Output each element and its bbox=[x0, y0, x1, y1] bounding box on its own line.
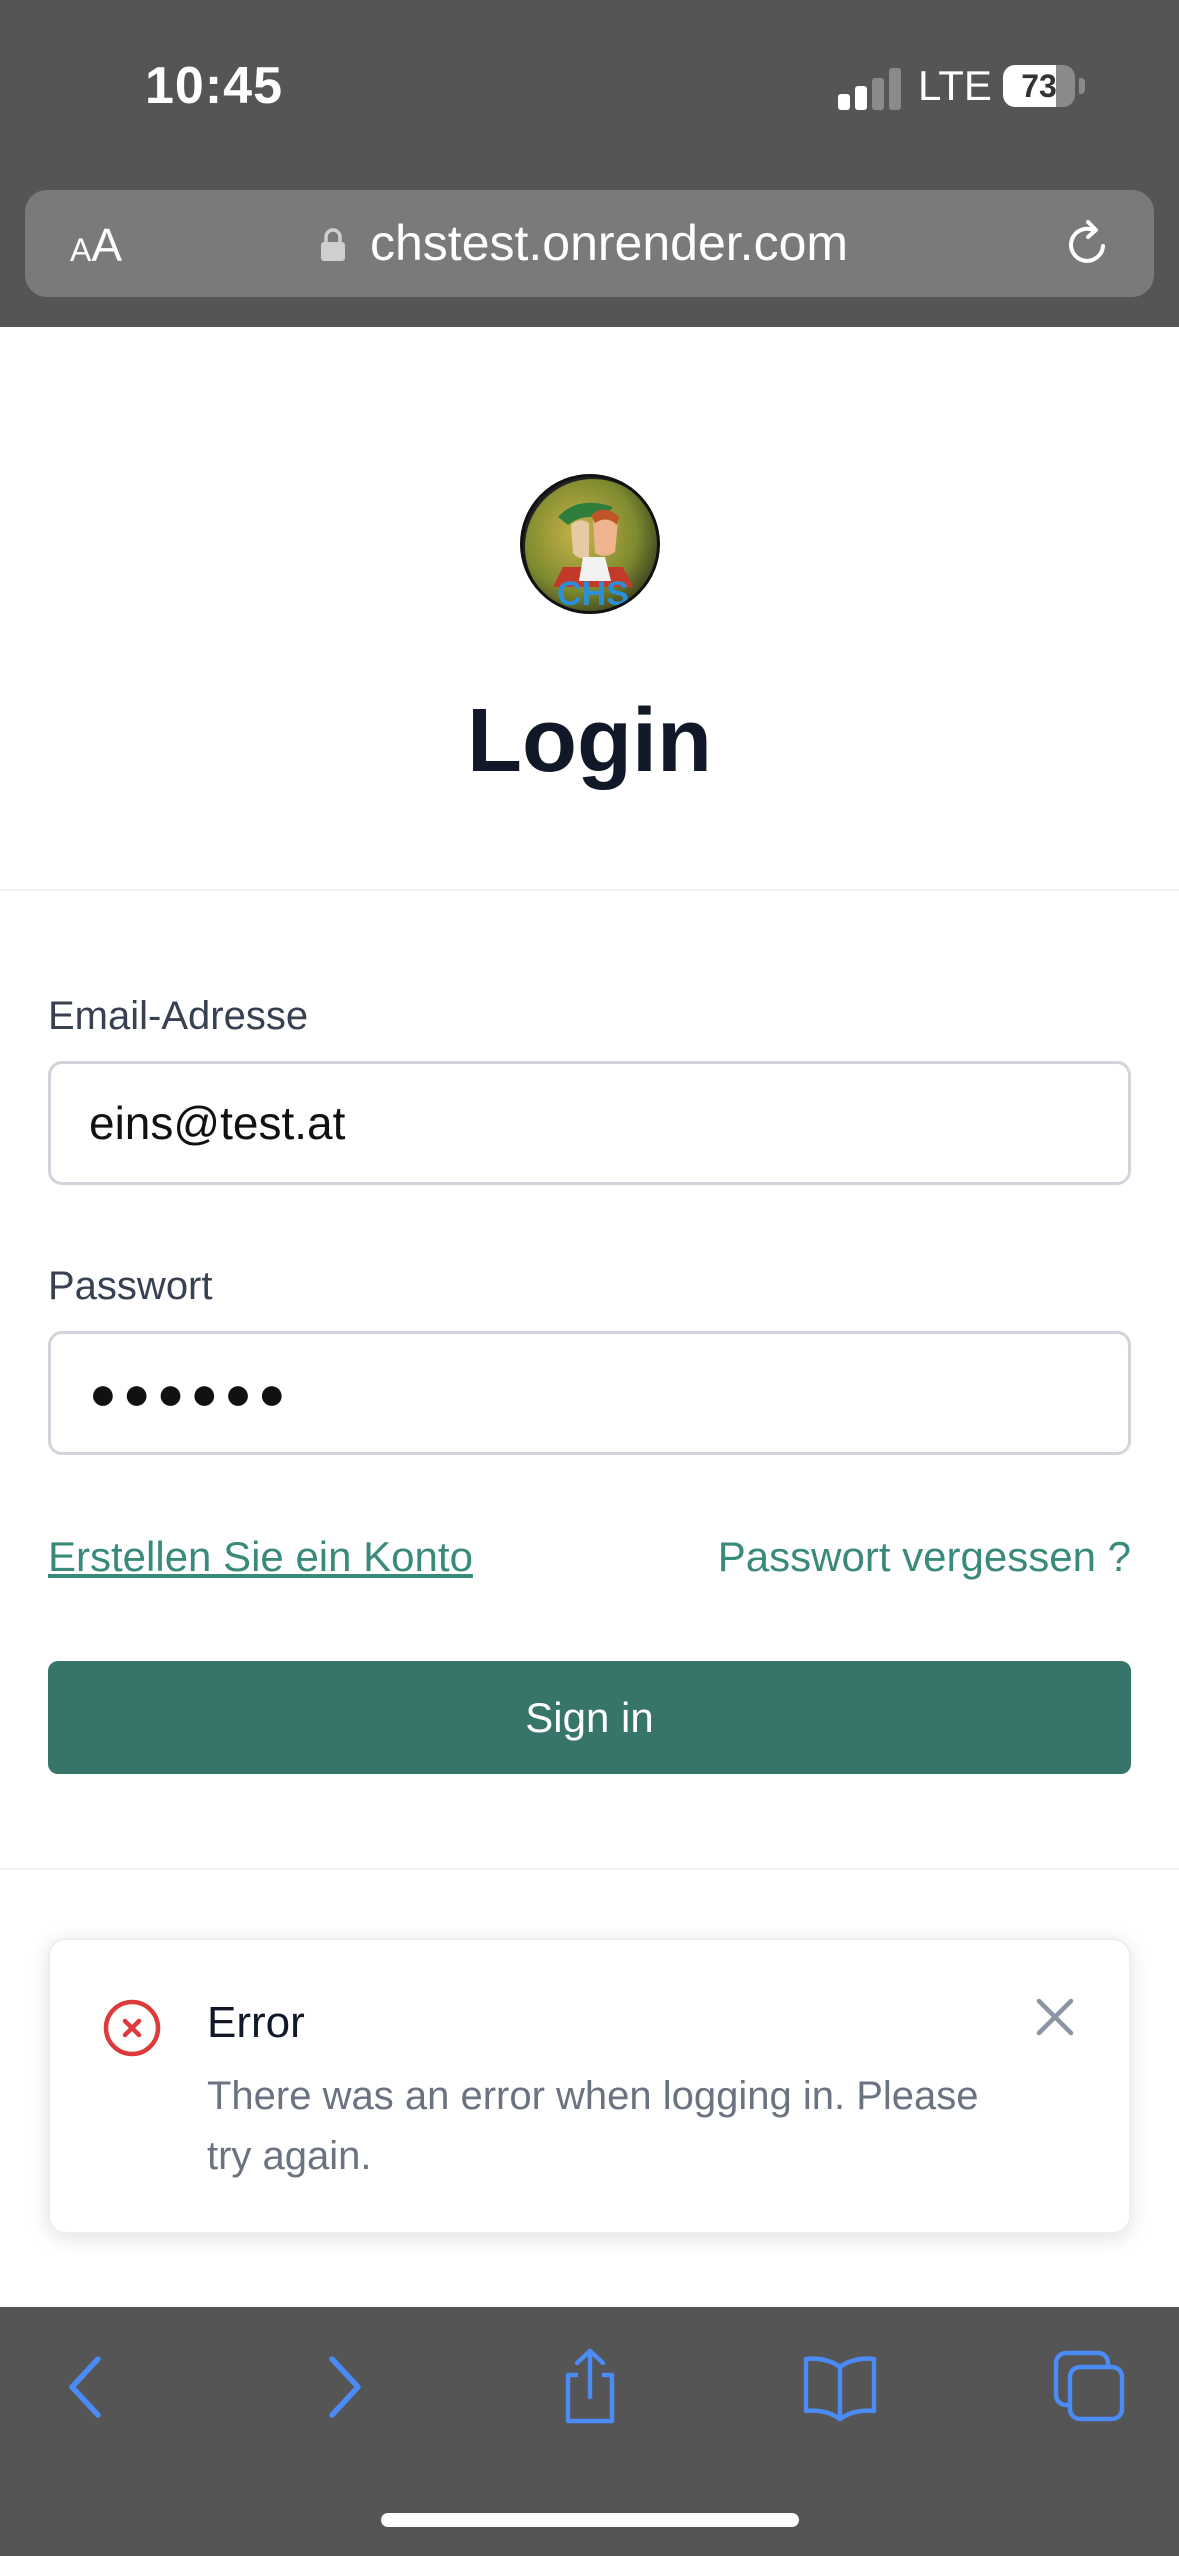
status-time: 10:45 bbox=[145, 57, 283, 115]
password-value: ●●●●●● bbox=[89, 1367, 292, 1419]
reload-icon[interactable] bbox=[1060, 216, 1116, 272]
home-indicator bbox=[381, 2513, 799, 2527]
header-divider bbox=[0, 889, 1179, 891]
password-label: Passwort bbox=[48, 1264, 213, 1308]
back-chevron-icon[interactable] bbox=[48, 2347, 128, 2427]
text-size-button[interactable]: AA bbox=[70, 218, 122, 272]
svg-text:CHS: CHS bbox=[557, 575, 629, 613]
chs-logo: CHS bbox=[520, 474, 660, 614]
status-and-url-bar: 10:45 LTE 73 AA chstest.onrender.com bbox=[0, 0, 1179, 327]
bookmarks-icon[interactable] bbox=[800, 2347, 880, 2427]
address-bar[interactable]: AA chstest.onrender.com bbox=[25, 190, 1154, 297]
password-field[interactable]: ●●●●●● bbox=[48, 1331, 1131, 1455]
sign-in-button[interactable]: Sign in bbox=[48, 1661, 1131, 1774]
email-label: Email-Adresse bbox=[48, 994, 309, 1038]
close-icon[interactable] bbox=[1033, 1995, 1077, 2039]
forgot-password-link[interactable]: Passwort vergessen ? bbox=[718, 1533, 1131, 1581]
battery-level: 73 bbox=[1021, 68, 1057, 104]
lock-icon bbox=[321, 228, 345, 261]
battery-nub bbox=[1079, 78, 1085, 94]
forward-chevron-icon[interactable] bbox=[302, 2347, 382, 2427]
signal-icon bbox=[838, 66, 902, 110]
email-field[interactable]: eins@test.at bbox=[48, 1061, 1131, 1185]
url-text[interactable]: chstest.onrender.com bbox=[370, 214, 848, 272]
toast-title: Error bbox=[207, 1998, 305, 2047]
toast-message: There was an error when logging in. Plea… bbox=[207, 2074, 979, 2178]
error-x-circle-icon bbox=[103, 1999, 161, 2057]
share-icon[interactable] bbox=[550, 2347, 630, 2427]
battery-icon: 73 bbox=[1003, 65, 1075, 107]
tabs-icon[interactable] bbox=[1050, 2347, 1130, 2427]
network-type: LTE bbox=[918, 62, 992, 109]
page-title: Login bbox=[467, 691, 712, 791]
create-account-link[interactable]: Erstellen Sie ein Konto bbox=[48, 1533, 473, 1581]
email-value: eins@test.at bbox=[89, 1097, 346, 1149]
error-toast: Error There was an error when logging in… bbox=[48, 1938, 1131, 2234]
